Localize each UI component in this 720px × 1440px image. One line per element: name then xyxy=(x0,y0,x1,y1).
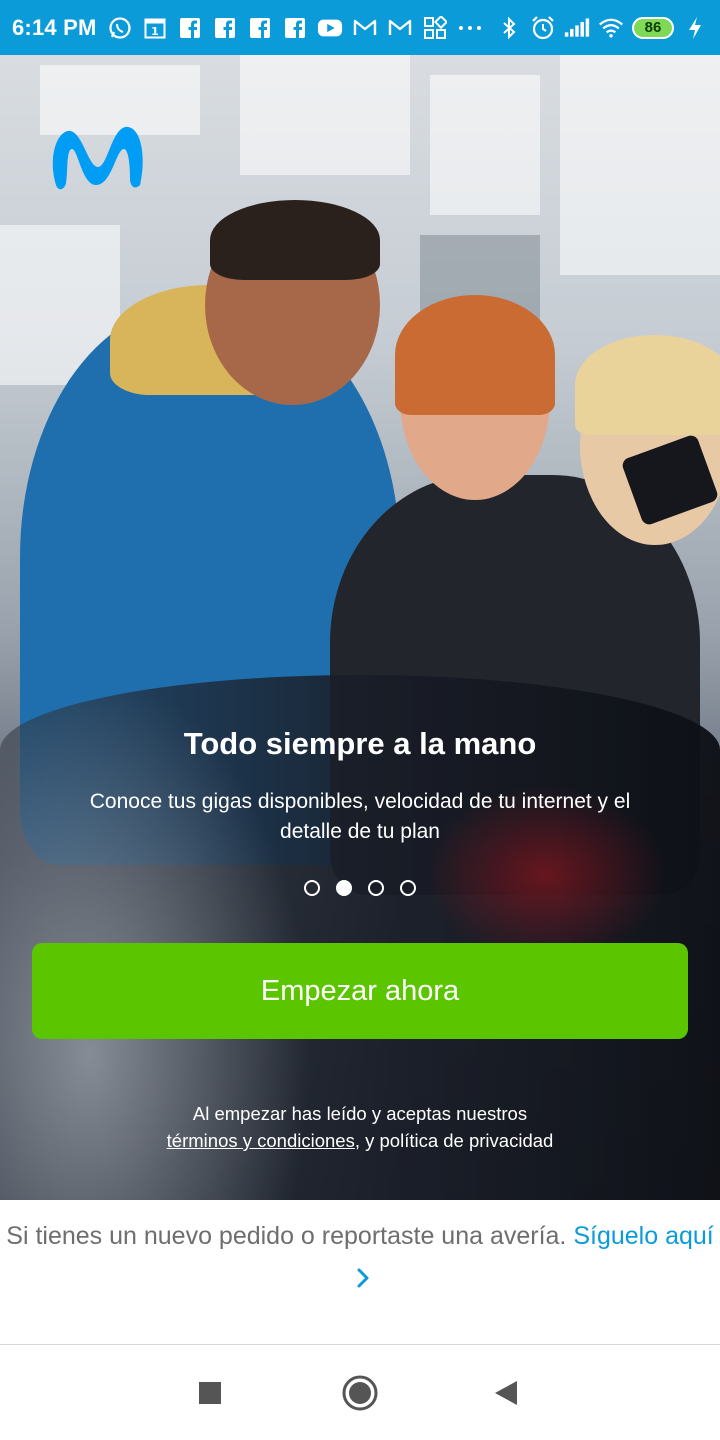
gmail-icon xyxy=(352,15,378,41)
screen: 6:14 PM 1 86 Todo siempre a la mano Cono… xyxy=(0,0,720,1440)
back-triangle-icon xyxy=(495,1381,517,1405)
facebook-icon xyxy=(177,15,203,41)
notification-icons: 1 xyxy=(107,15,483,41)
building-window xyxy=(240,55,410,175)
order-tracking-section: Si tienes un nuevo pedido o reportaste u… xyxy=(0,1200,720,1344)
facebook-icon xyxy=(247,15,273,41)
more-icon xyxy=(457,15,483,41)
page-dot[interactable] xyxy=(304,880,320,896)
navigation-bar xyxy=(0,1345,720,1440)
terms-notice: Al empezar has leído y aceptas nuestros … xyxy=(0,1100,720,1154)
building-window xyxy=(560,55,720,275)
charging-icon xyxy=(682,15,708,41)
onboarding-subtext: Conoce tus gigas disponibles, velocidad … xyxy=(89,790,631,843)
battery-icon: 86 xyxy=(632,16,674,39)
recents-button[interactable] xyxy=(190,1373,230,1413)
square-icon xyxy=(199,1382,221,1404)
building-window xyxy=(430,75,540,215)
facebook-icon xyxy=(282,15,308,41)
facebook-icon xyxy=(212,15,238,41)
terms-line-2: términos y condiciones, y política de pr… xyxy=(0,1127,720,1154)
person-hair xyxy=(395,295,555,415)
signal-icon xyxy=(564,15,590,41)
privacy-text: , y política de privacidad xyxy=(354,1130,554,1151)
wifi-icon xyxy=(598,15,624,41)
home-button[interactable] xyxy=(340,1373,380,1413)
system-icons: 86 xyxy=(496,15,708,41)
status-bar: 6:14 PM 1 86 xyxy=(0,0,720,55)
calendar-day: 1 xyxy=(151,25,159,38)
movistar-logo xyxy=(52,126,143,190)
circle-icon xyxy=(342,1375,378,1411)
back-button[interactable] xyxy=(486,1373,526,1413)
follow-here-label: Síguelo aquí xyxy=(573,1222,714,1250)
youtube-icon xyxy=(317,15,343,41)
page-indicator xyxy=(0,880,720,896)
terms-line: Al empezar has leído y aceptas nuestros xyxy=(192,1103,528,1124)
start-now-button[interactable]: Empezar ahora xyxy=(32,943,688,1039)
person-hair xyxy=(210,200,380,280)
page-dot[interactable] xyxy=(368,880,384,896)
onboarding-headline: Todo siempre a la mano xyxy=(183,726,537,761)
apps-icon xyxy=(422,15,448,41)
order-tracking-text: Si tienes un nuevo pedido o reportaste u… xyxy=(6,1222,567,1250)
person-hair xyxy=(575,335,720,435)
page-dot[interactable] xyxy=(400,880,416,896)
chevron-right-icon xyxy=(357,1268,369,1288)
gmail-icon xyxy=(387,15,413,41)
status-time: 6:14 PM xyxy=(12,14,97,40)
calendar-icon: 1 xyxy=(142,15,168,41)
terms-link[interactable]: términos y condiciones xyxy=(167,1130,355,1151)
page-dot-active[interactable] xyxy=(336,880,352,896)
bluetooth-icon xyxy=(496,15,522,41)
whatsapp-icon xyxy=(107,15,133,41)
alarm-icon xyxy=(530,15,556,41)
